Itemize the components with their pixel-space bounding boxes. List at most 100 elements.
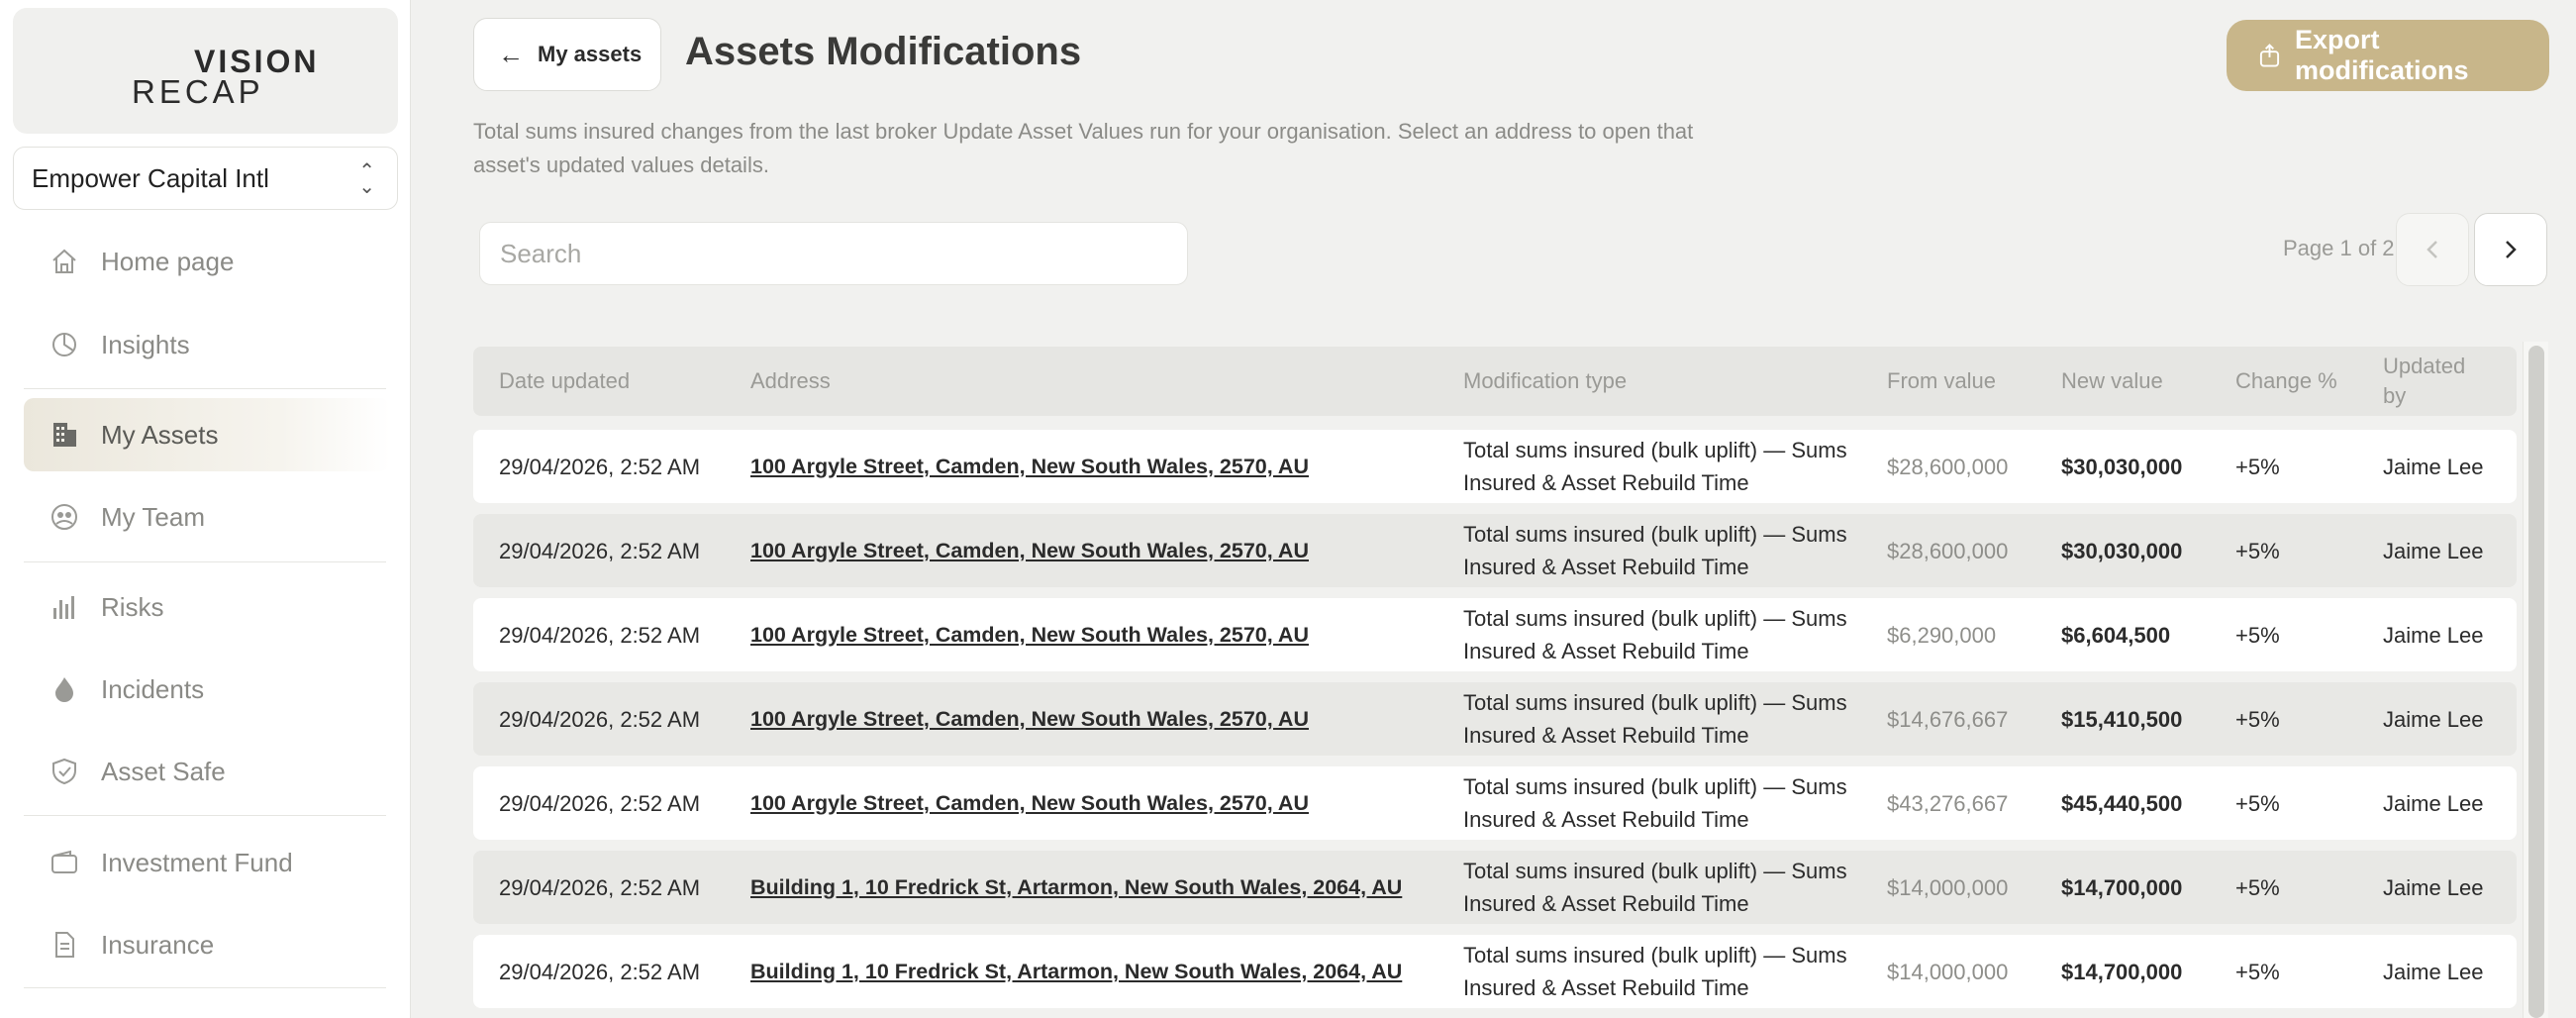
team-icon bbox=[51, 504, 77, 530]
cell-modification-type: Total sums insured (bulk uplift) — Sums … bbox=[1463, 438, 1847, 495]
cell-updated-by: Jaime Lee bbox=[2383, 959, 2484, 984]
cell-date: 29/04/2026, 2:52 AM bbox=[499, 706, 701, 732]
table-scrollbar[interactable] bbox=[2523, 342, 2548, 1018]
sidebar-item-home[interactable]: Home page bbox=[24, 225, 390, 298]
cell-modification-type: Total sums insured (bulk uplift) — Sums … bbox=[1463, 690, 1847, 748]
cell-change: +5% bbox=[2235, 790, 2280, 816]
cell-new-value: $30,030,000 bbox=[2061, 454, 2183, 479]
table-row: 29/04/2026, 2:52 AM Building 1, 10 Fredr… bbox=[473, 851, 2517, 924]
cell-new-value: $14,700,000 bbox=[2061, 874, 2183, 900]
column-header-updated-by[interactable]: Updated by bbox=[2383, 347, 2482, 416]
sidebar-item-my-team[interactable]: My Team bbox=[24, 480, 390, 554]
address-link[interactable]: Building 1, 10 Fredrick St, Artarmon, Ne… bbox=[750, 851, 1402, 924]
sidebar-item-label: Risks bbox=[101, 591, 164, 622]
address-link[interactable]: 100 Argyle Street, Camden, New South Wal… bbox=[750, 766, 1309, 840]
cell-date: 29/04/2026, 2:52 AM bbox=[499, 790, 701, 816]
cell-new-value: $14,700,000 bbox=[2061, 959, 2183, 984]
sidebar-item-asset-safe[interactable]: Asset Safe bbox=[24, 735, 390, 808]
sidebar-item-insights[interactable]: Insights bbox=[24, 308, 390, 381]
cell-updated-by: Jaime Lee bbox=[2383, 454, 2484, 479]
table-header: Date updated Address Modification type F… bbox=[473, 347, 2517, 416]
cell-change: +5% bbox=[2235, 959, 2280, 984]
sidebar-item-investment-fund[interactable]: Investment Fund bbox=[24, 826, 390, 899]
back-button-label: My assets bbox=[538, 42, 643, 66]
column-header-from-value[interactable]: From value bbox=[1887, 347, 1996, 416]
address-link[interactable]: 100 Argyle Street, Camden, New South Wal… bbox=[750, 598, 1309, 671]
cell-change: +5% bbox=[2235, 454, 2280, 479]
cell-updated-by: Jaime Lee bbox=[2383, 706, 2484, 732]
next-page-button[interactable] bbox=[2474, 213, 2547, 286]
cell-modification-type: Total sums insured (bulk uplift) — Sums … bbox=[1463, 774, 1847, 832]
sidebar-item-label: Home page bbox=[101, 246, 235, 276]
flame-icon bbox=[55, 677, 73, 702]
sidebar-item-label: My Team bbox=[101, 501, 205, 532]
address-link[interactable]: 100 Argyle Street, Camden, New South Wal… bbox=[750, 514, 1309, 587]
sidebar-item-insurance[interactable]: Insurance bbox=[24, 908, 390, 981]
bar-chart-icon bbox=[53, 596, 74, 619]
table-row: 29/04/2026, 2:52 AM 100 Argyle Street, C… bbox=[473, 430, 2517, 503]
cell-new-value: $30,030,000 bbox=[2061, 538, 2183, 563]
shield-icon bbox=[52, 758, 76, 785]
table-row: 29/04/2026, 2:52 AM 100 Argyle Street, C… bbox=[473, 682, 2517, 756]
column-header-change[interactable]: Change % bbox=[2235, 347, 2337, 416]
back-to-my-assets-button[interactable]: ← My assets bbox=[473, 18, 661, 91]
sidebar-item-label: Investment Fund bbox=[101, 847, 293, 877]
sidebar-item-label: My Assets bbox=[101, 419, 219, 450]
cell-date: 29/04/2026, 2:52 AM bbox=[499, 622, 701, 648]
sidebar-item-label: Insurance bbox=[101, 929, 215, 960]
organisation-select[interactable]: Empower Capital Intl ⌃ ⌄ bbox=[13, 147, 398, 210]
column-header-date[interactable]: Date updated bbox=[499, 347, 630, 416]
address-link[interactable]: 100 Argyle Street, Camden, New South Wal… bbox=[750, 430, 1309, 503]
cell-from-value: $43,276,667 bbox=[1887, 790, 2009, 816]
search-input[interactable] bbox=[479, 222, 1188, 285]
brand-logo[interactable]: VISION RECAP bbox=[13, 8, 398, 134]
column-header-address[interactable]: Address bbox=[750, 347, 831, 416]
chevron-up-down-icon: ⌃ ⌄ bbox=[358, 160, 375, 198]
cell-from-value: $14,000,000 bbox=[1887, 959, 2009, 984]
nav-divider bbox=[24, 987, 386, 988]
home-icon bbox=[52, 249, 76, 273]
cell-updated-by: Jaime Lee bbox=[2383, 874, 2484, 900]
wallet-icon bbox=[51, 850, 77, 873]
sidebar-item-incidents[interactable]: Incidents bbox=[24, 653, 390, 726]
export-modifications-button[interactable]: Export modifications bbox=[2227, 20, 2549, 91]
previous-page-button[interactable] bbox=[2396, 213, 2469, 286]
address-link[interactable]: 100 Argyle Street, Camden, New South Wal… bbox=[750, 682, 1309, 756]
organisation-select-value: Empower Capital Intl bbox=[32, 162, 269, 193]
cell-change: +5% bbox=[2235, 538, 2280, 563]
cell-from-value: $28,600,000 bbox=[1887, 538, 2009, 563]
cell-modification-type: Total sums insured (bulk uplift) — Sums … bbox=[1463, 943, 1847, 1000]
column-header-new-value[interactable]: New value bbox=[2061, 347, 2163, 416]
cell-new-value: $15,410,500 bbox=[2061, 706, 2183, 732]
sidebar: VISION RECAP Empower Capital Intl ⌃ ⌄ Hom… bbox=[0, 0, 411, 1018]
logo-recap-text: RECAP bbox=[132, 73, 264, 110]
address-link[interactable]: Building 1, 10 Fredrick St, Artarmon, Ne… bbox=[750, 935, 1402, 1008]
column-header-modification-type[interactable]: Modification type bbox=[1463, 347, 1627, 416]
chevron-left-icon bbox=[2427, 241, 2437, 258]
cell-updated-by: Jaime Lee bbox=[2383, 622, 2484, 648]
sidebar-item-label: Incidents bbox=[101, 673, 205, 704]
page-title: Assets Modifications bbox=[685, 30, 1082, 73]
sidebar-item-risks[interactable]: Risks bbox=[24, 570, 390, 644]
arrow-left-icon: ← bbox=[498, 39, 524, 69]
export-icon bbox=[2259, 44, 2280, 67]
cell-new-value: $45,440,500 bbox=[2061, 790, 2183, 816]
cell-from-value: $28,600,000 bbox=[1887, 454, 2009, 479]
cell-updated-by: Jaime Lee bbox=[2383, 790, 2484, 816]
cell-date: 29/04/2026, 2:52 AM bbox=[499, 538, 701, 563]
cell-change: +5% bbox=[2235, 622, 2280, 648]
table-row: 29/04/2026, 2:52 AM 100 Argyle Street, C… bbox=[473, 598, 2517, 671]
cell-updated-by: Jaime Lee bbox=[2383, 538, 2484, 563]
sidebar-item-my-assets[interactable]: My Assets bbox=[24, 398, 390, 471]
cell-from-value: $14,000,000 bbox=[1887, 874, 2009, 900]
export-button-label: Export modifications bbox=[2294, 25, 2469, 85]
scrollbar-thumb[interactable] bbox=[2528, 346, 2544, 1018]
table-row: 29/04/2026, 2:52 AM 100 Argyle Street, C… bbox=[473, 514, 2517, 587]
nav-divider bbox=[24, 815, 386, 816]
sidebar-item-label: Insights bbox=[101, 329, 190, 359]
cell-modification-type: Total sums insured (bulk uplift) — Sums … bbox=[1463, 859, 1847, 916]
cell-from-value: $6,290,000 bbox=[1887, 622, 1997, 648]
cell-new-value: $6,604,500 bbox=[2061, 622, 2171, 648]
table-row: 29/04/2026, 2:52 AM Building 1, 10 Fredr… bbox=[473, 935, 2517, 1008]
main-content: ← My assets Assets Modifications Export … bbox=[436, 0, 2576, 1018]
